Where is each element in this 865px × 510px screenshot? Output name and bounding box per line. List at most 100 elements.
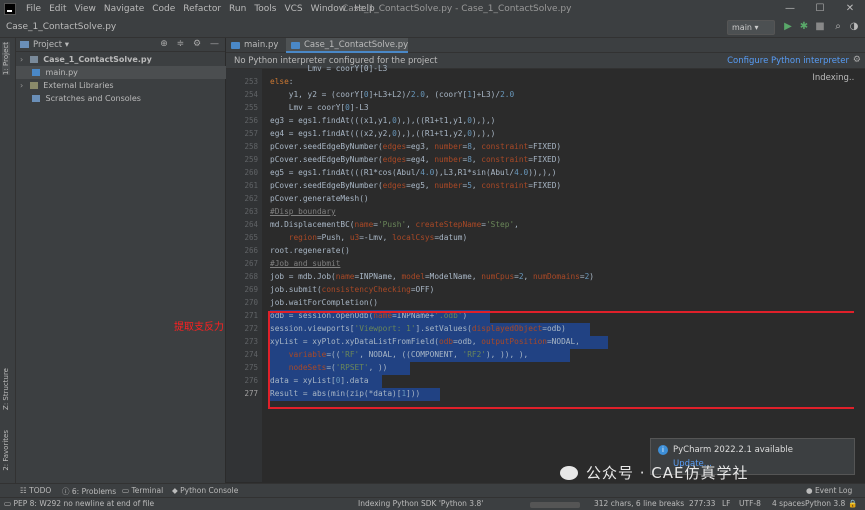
line-number: 268: [244, 272, 258, 281]
code-line: eg3 = egs1.findAt(((x1,y1,0),),((R1+t1,y…: [270, 116, 496, 125]
project-panel-toolbar: ⊕ ≑ ⚙ —: [154, 39, 219, 49]
folder-icon: [29, 56, 38, 63]
line-number-gutter: 253 254 255 256 257 258 259 260 261 262 263 264 265 2…: [226, 69, 262, 482]
locate-icon[interactable]: ⊕: [160, 39, 168, 49]
file-encoding[interactable]: UTF-8: [739, 499, 761, 508]
menu-tools[interactable]: Tools: [250, 4, 280, 14]
caret-position[interactable]: 277:33: [689, 499, 715, 508]
tab-label: Case_1_ContactSolve.py: [304, 40, 409, 50]
terminal-tool-button[interactable]: ▭ Terminal: [122, 486, 163, 495]
debug-icon[interactable]: ✱: [798, 21, 810, 33]
code-line: pCover.seedEdgeByNumber(edges=eg3, numbe…: [270, 142, 562, 151]
event-log-tool-button[interactable]: ● Event Log: [806, 486, 852, 495]
code-line: #Job and submit: [270, 259, 341, 268]
menu-vcs[interactable]: VCS: [280, 4, 306, 14]
line-number: 260: [244, 168, 258, 177]
highlight-box: [268, 311, 858, 409]
ide-update-icon[interactable]: ◑: [848, 21, 860, 33]
tree-item-external-libraries[interactable]: › External Libraries: [16, 79, 226, 92]
event-log-icon: ●: [806, 486, 815, 495]
line-number: 271: [244, 311, 258, 320]
line-number: 255: [244, 103, 258, 112]
maximize-button[interactable]: ☐: [805, 0, 835, 18]
menu-refactor[interactable]: Refactor: [179, 4, 225, 14]
selection-info: 312 chars, 6 line breaks: [594, 499, 685, 508]
line-number: 274: [244, 350, 258, 359]
line-number: 272: [244, 324, 258, 333]
indexing-progress-bar: [530, 502, 580, 508]
line-number: 263: [244, 207, 258, 216]
tree-item-main-py[interactable]: main.py: [16, 66, 226, 79]
line-number: 265: [244, 233, 258, 242]
line-separator[interactable]: LF: [722, 499, 731, 508]
line-number: 267: [244, 259, 258, 268]
code-editor[interactable]: 253 254 255 256 257 258 259 260 261 262 263 264 265 2…: [174, 64, 865, 482]
code-line: job.waitForCompletion(): [270, 298, 378, 307]
breadcrumb[interactable]: Case_1_ContactSolve.py: [6, 22, 116, 32]
code-line: md.DisplacementBC(name='Push', createSte…: [270, 220, 519, 229]
annotation-label: 提取支反力: [174, 322, 224, 333]
status-message[interactable]: ▭ PEP 8: W292 no newline at end of file: [4, 499, 154, 508]
lock-icon[interactable]: 🔒: [848, 499, 857, 508]
code-line: eg4 = egs1.findAt(((x2,y2,0),),((R1+t1,y…: [270, 129, 496, 138]
menu-navigate[interactable]: Navigate: [100, 4, 148, 14]
code-line: else:: [270, 77, 294, 86]
project-tool-tab[interactable]: 1: Project: [2, 42, 10, 75]
structure-tool-tab[interactable]: Z: Structure: [2, 368, 10, 410]
interpreter-setting[interactable]: Python 3.8: [805, 499, 845, 508]
watermark: 公众号 · CAE仿真学社: [560, 462, 749, 483]
gear-icon[interactable]: ⚙: [853, 55, 861, 65]
line-number: 257: [244, 129, 258, 138]
line-number: 253: [244, 77, 258, 86]
tree-item-label: External Libraries: [43, 81, 114, 90]
python-console-tool-button[interactable]: ◆ Python Console: [172, 486, 238, 495]
menu-code[interactable]: Code: [148, 4, 179, 14]
menu-view[interactable]: View: [71, 4, 100, 14]
code-line: region=Push, u3=-Lmv, localCsys=datum): [288, 233, 468, 242]
project-panel-title[interactable]: Project ▾: [33, 40, 69, 50]
run-icon[interactable]: ▶: [782, 21, 794, 33]
gear-icon[interactable]: ⚙: [193, 39, 201, 49]
search-everywhere-icon[interactable]: ⌕: [832, 21, 844, 33]
project-panel: Project ▾ ⊕ ≑ ⚙ — › Case_1_ContactSolve.…: [16, 38, 226, 483]
favorites-tool-tab[interactable]: 2: Favorites: [2, 430, 10, 471]
code-line: job.submit(consistencyChecking=OFF): [270, 285, 435, 294]
menu-edit[interactable]: Edit: [45, 4, 70, 14]
todo-tool-button[interactable]: ☷ TODO: [20, 486, 51, 495]
problems-tool-button[interactable]: ⓘ 6: Problems: [62, 486, 116, 497]
tree-item-label: Case_1_ContactSolve.py: [43, 55, 152, 64]
line-number: 276: [244, 376, 258, 385]
pycharm-logo-icon: [4, 3, 16, 15]
line-number: 270: [244, 298, 258, 307]
code-line: pCover.seedEdgeByNumber(edges=eg4, numbe…: [270, 155, 562, 164]
indexing-status[interactable]: Indexing Python SDK 'Python 3.8': [358, 499, 483, 508]
line-number: 254: [244, 90, 258, 99]
line-number: 273: [244, 337, 258, 346]
python-file-icon: [231, 42, 240, 49]
tab-case-contact-solve[interactable]: Case_1_ContactSolve.py ×: [286, 38, 409, 65]
line-number: 258: [244, 142, 258, 151]
line-number: 266: [244, 246, 258, 255]
menu-run[interactable]: Run: [225, 4, 250, 14]
tree-item-case-file[interactable]: › Case_1_ContactSolve.py: [16, 53, 226, 66]
project-folder-icon: [20, 41, 29, 48]
menu-file[interactable]: File: [22, 4, 45, 14]
editor-tabs: main.py × Case_1_ContactSolve.py ×: [226, 38, 865, 65]
tree-item-scratches[interactable]: Scratches and Consoles: [16, 92, 226, 105]
list-icon: ☷: [20, 486, 30, 495]
hide-icon[interactable]: —: [210, 39, 219, 49]
library-icon: [29, 82, 38, 89]
stop-icon[interactable]: ■: [814, 21, 826, 33]
problems-icon: ⓘ: [62, 487, 72, 496]
indent-setting[interactable]: 4 spaces: [772, 499, 805, 508]
minimize-button[interactable]: —: [775, 0, 805, 18]
watermark-text: 公众号 · CAE仿真学社: [586, 464, 749, 482]
status-bar: ▭ PEP 8: W292 no newline at end of file …: [0, 497, 865, 510]
scratches-icon: [32, 95, 40, 102]
collapse-all-icon[interactable]: ≑: [177, 39, 185, 49]
branch-selector[interactable]: main ▾: [727, 20, 775, 35]
configure-interpreter-link[interactable]: Configure Python interpreter: [727, 56, 849, 66]
close-window-button[interactable]: ✕: [835, 0, 865, 18]
indexing-indicator: Indexing...: [812, 73, 857, 83]
tab-main-py[interactable]: main.py ×: [226, 38, 284, 65]
